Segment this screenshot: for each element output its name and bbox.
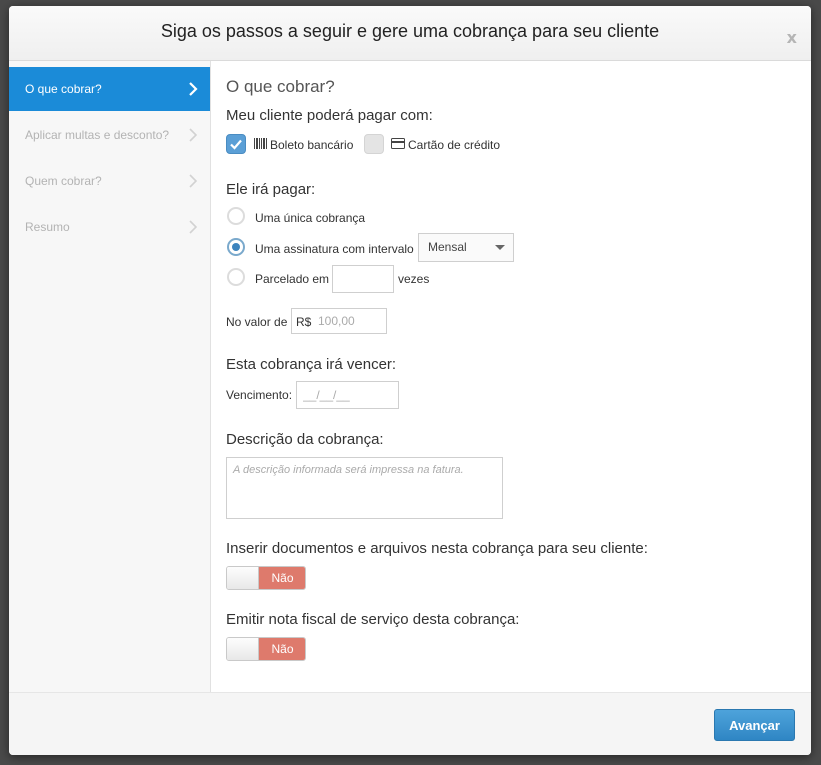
amount-label: No valor de (226, 315, 288, 329)
chevron-right-icon (189, 220, 198, 234)
sidebar-item-label: Quem cobrar? (25, 174, 102, 188)
installments-radio[interactable] (227, 268, 245, 286)
single-charge-radio[interactable] (227, 207, 245, 225)
amount-input[interactable] (312, 309, 386, 333)
toggle-knob (227, 567, 259, 589)
sidebar-item-who-to-charge[interactable]: Quem cobrar? (9, 159, 210, 203)
currency-prefix: R$ (296, 315, 312, 329)
sidebar-item-summary[interactable]: Resumo (9, 205, 210, 249)
pay-type-label: Ele irá pagar: (226, 181, 316, 198)
payment-methods-label: Meu cliente poderá pagar com: (226, 107, 433, 124)
subscription-radio[interactable] (227, 238, 245, 256)
boleto-checkbox[interactable] (226, 134, 246, 154)
credit-card-checkbox[interactable] (364, 134, 384, 154)
sidebar-item-what-to-charge[interactable]: O que cobrar? (9, 67, 210, 111)
description-textarea[interactable] (226, 457, 503, 519)
next-button[interactable]: Avançar (714, 709, 795, 741)
subscription-label: Uma assinatura com intervalo (255, 242, 414, 256)
amount-field[interactable]: R$ (291, 308, 387, 334)
toggle-state: Não (259, 638, 305, 660)
installments-count-input[interactable] (332, 265, 394, 293)
attachments-toggle[interactable]: Não (226, 566, 306, 590)
boleto-label: Boleto bancário (270, 138, 354, 152)
sidebar-item-label: Aplicar multas e desconto? (25, 128, 170, 142)
subscription-interval-value: Mensal (428, 240, 467, 254)
credit-card-icon (391, 138, 405, 149)
description-label: Descrição da cobrança: (226, 431, 384, 448)
wizard-steps-sidebar: O que cobrar? Aplicar multas e desconto?… (9, 61, 211, 692)
invoice-label: Emitir nota fiscal de serviço desta cobr… (226, 611, 520, 628)
charge-wizard-modal: Siga os passos a seguir e gere uma cobra… (9, 6, 811, 755)
modal-footer: Avançar (9, 692, 811, 755)
due-date-input[interactable] (296, 381, 399, 409)
due-section-label: Esta cobrança irá vencer: (226, 356, 397, 373)
sidebar-item-label: Resumo (25, 220, 70, 234)
subscription-interval-select[interactable]: Mensal (418, 233, 514, 262)
caret-down-icon (495, 245, 505, 250)
modal-header: Siga os passos a seguir e gere uma cobra… (9, 6, 811, 61)
installments-prefix-label: Parcelado em (255, 272, 330, 286)
single-charge-label: Uma única cobrança (255, 211, 366, 225)
close-icon[interactable]: x (787, 28, 797, 47)
chevron-right-icon (189, 174, 198, 188)
chevron-right-icon (189, 128, 198, 142)
sidebar-item-label: O que cobrar? (25, 82, 102, 96)
section-title: O que cobrar? (226, 77, 335, 96)
due-date-label: Vencimento: (226, 388, 293, 402)
barcode-icon (254, 138, 267, 149)
attachments-label: Inserir documentos e arquivos nesta cobr… (226, 540, 648, 557)
installments-suffix-label: vezes (398, 272, 430, 286)
toggle-state: Não (259, 567, 305, 589)
chevron-right-icon (189, 82, 198, 96)
invoice-toggle[interactable]: Não (226, 637, 306, 661)
modal-title: Siga os passos a seguir e gere uma cobra… (160, 21, 660, 41)
sidebar-item-fines-discount[interactable]: Aplicar multas e desconto? (9, 113, 210, 157)
credit-card-label: Cartão de crédito (408, 138, 501, 152)
check-icon (230, 139, 242, 150)
toggle-knob (227, 638, 259, 660)
step-content: O que cobrar? Meu cliente poderá pagar c… (211, 61, 811, 692)
